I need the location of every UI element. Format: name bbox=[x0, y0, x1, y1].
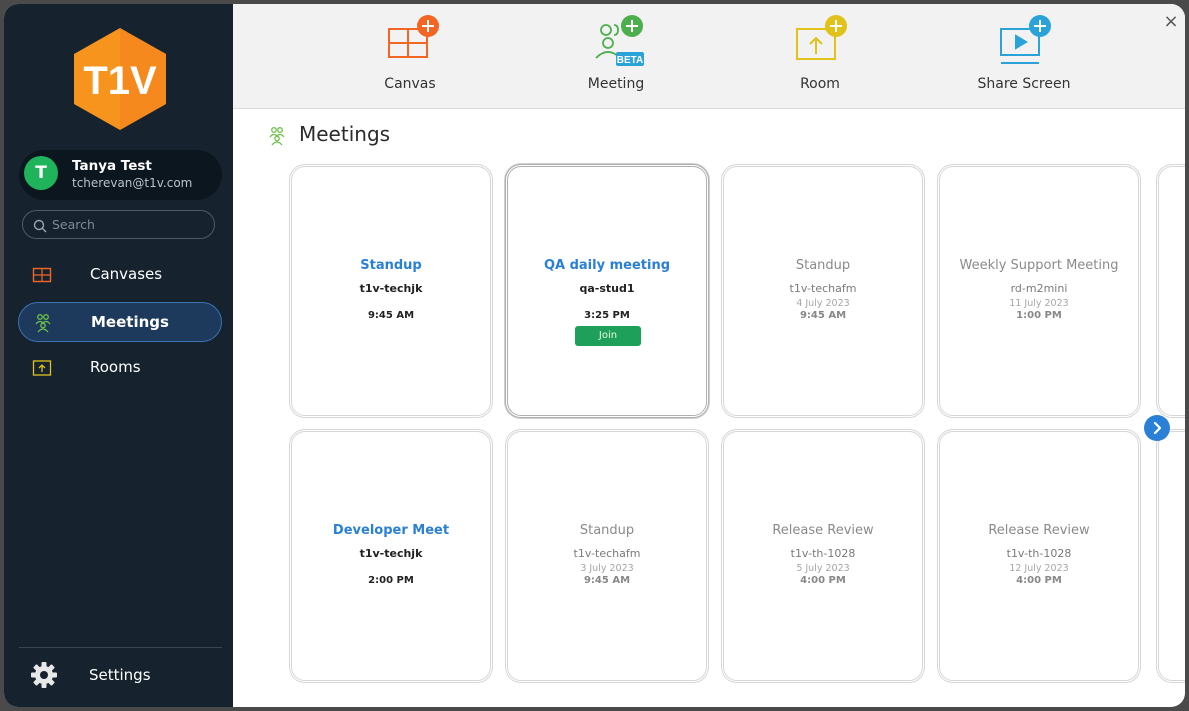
user-profile[interactable]: T Tanya Test tcherevan@t1v.com bbox=[19, 150, 222, 200]
meeting-title: Standup bbox=[360, 258, 422, 273]
meeting-card[interactable]: Release Review t1v-th-1028 5 July 2023 4… bbox=[721, 429, 925, 683]
meeting-title: Weekly Support Meeting bbox=[959, 258, 1119, 273]
sidebar-item-label: Canvases bbox=[90, 265, 163, 283]
tool-label: Room bbox=[800, 76, 840, 92]
meeting-title: Release Review bbox=[772, 523, 874, 538]
sidebar-item-label: Meetings bbox=[91, 313, 169, 331]
meeting-title: Release Review bbox=[988, 523, 1090, 538]
meeting-date: 4 July 2023 bbox=[796, 298, 850, 309]
join-button[interactable]: Join bbox=[575, 326, 641, 346]
meeting-time: 2:00 PM bbox=[368, 575, 414, 586]
meeting-title: Developer Meet bbox=[332, 523, 450, 538]
sidebar-divider bbox=[19, 647, 222, 648]
tool-label: Meeting bbox=[587, 76, 645, 92]
sidebar-item-label: Rooms bbox=[90, 358, 141, 376]
search-icon bbox=[33, 218, 47, 237]
search-input[interactable]: Search bbox=[22, 210, 215, 239]
meeting-card[interactable]: Release Review t1v-th-1028 12 July 2023 … bbox=[937, 429, 1141, 683]
new-room-button[interactable]: Room bbox=[750, 4, 890, 108]
meeting-title: QA daily meeting bbox=[543, 258, 671, 273]
sidebar: T1V T Tanya Test tcherevan@t1v.com Searc… bbox=[4, 4, 233, 707]
meeting-card[interactable]: Standup t1v-techjk 9:45 AM bbox=[289, 164, 493, 418]
close-icon[interactable]: × bbox=[1161, 12, 1181, 32]
add-room-icon bbox=[790, 12, 850, 72]
meeting-time: 1:00 PM bbox=[1016, 310, 1062, 321]
meeting-time: 3:25 PM bbox=[584, 310, 630, 321]
meeting-room: t1v-th-1028 bbox=[1006, 547, 1072, 560]
settings-label: Settings bbox=[89, 666, 151, 684]
meeting-room: qa-stud1 bbox=[579, 282, 635, 295]
meeting-date: 5 July 2023 bbox=[796, 563, 850, 574]
meeting-card[interactable]: Standup t1v-techafm 3 July 2023 9:45 AM bbox=[505, 429, 709, 683]
meeting-card[interactable]: QA daily meeting qa-stud1 3:25 PM Join bbox=[505, 164, 709, 418]
canvas-icon bbox=[32, 265, 52, 285]
new-meeting-button[interactable]: BETA Meeting bbox=[546, 4, 686, 108]
user-name: Tanya Test bbox=[72, 158, 152, 174]
tool-label: Share Screen bbox=[977, 76, 1071, 92]
sidebar-item-canvases[interactable]: Canvases bbox=[18, 255, 222, 295]
avatar: T bbox=[24, 156, 58, 190]
meeting-room: t1v-techjk bbox=[359, 547, 423, 560]
meeting-time: 4:00 PM bbox=[1016, 575, 1062, 586]
meeting-room: t1v-techafm bbox=[789, 282, 857, 295]
sidebar-item-rooms[interactable]: Rooms bbox=[18, 348, 222, 388]
next-page-button[interactable] bbox=[1144, 415, 1170, 441]
meeting-room: t1v-th-1028 bbox=[790, 547, 856, 560]
meeting-date: 3 July 2023 bbox=[580, 563, 634, 574]
new-canvas-button[interactable]: Canvas bbox=[340, 4, 480, 108]
share-screen-button[interactable]: Share Screen bbox=[954, 4, 1094, 108]
beta-badge: BETA bbox=[617, 55, 643, 66]
meeting-card-partial[interactable] bbox=[1156, 164, 1185, 418]
meeting-room: t1v-techjk bbox=[359, 282, 423, 295]
add-meeting-icon: BETA bbox=[586, 12, 646, 72]
logo-text: T1V bbox=[83, 59, 157, 103]
share-screen-icon bbox=[994, 12, 1054, 72]
meeting-room: rd-m2mini bbox=[1010, 282, 1068, 295]
sidebar-item-meetings[interactable]: Meetings bbox=[18, 302, 222, 342]
meeting-time: 4:00 PM bbox=[800, 575, 846, 586]
meeting-card-partial[interactable] bbox=[1156, 429, 1185, 683]
meeting-room: t1v-techafm bbox=[573, 547, 641, 560]
chevron-right-icon bbox=[1153, 421, 1162, 435]
meeting-card[interactable]: Developer Meet t1v-techjk 2:00 PM bbox=[289, 429, 493, 683]
t1v-logo: T1V bbox=[70, 26, 170, 132]
meeting-title: Standup bbox=[579, 523, 635, 538]
app-window: T1V T Tanya Test tcherevan@t1v.com Searc… bbox=[4, 4, 1185, 707]
page-title-text: Meetings bbox=[299, 122, 391, 146]
meeting-card[interactable]: Standup t1v-techafm 4 July 2023 9:45 AM bbox=[721, 164, 925, 418]
meeting-time: 9:45 AM bbox=[583, 575, 631, 586]
add-canvas-icon bbox=[380, 12, 440, 72]
meeting-time: 9:45 AM bbox=[367, 310, 415, 321]
gear-icon bbox=[29, 660, 59, 694]
meetings-icon bbox=[33, 313, 53, 333]
tool-label: Canvas bbox=[384, 76, 436, 92]
meeting-date: 11 July 2023 bbox=[1009, 298, 1069, 309]
room-icon bbox=[32, 358, 52, 378]
user-email: tcherevan@t1v.com bbox=[72, 176, 193, 190]
search-placeholder: Search bbox=[52, 217, 95, 232]
settings-button[interactable]: Settings bbox=[24, 658, 222, 694]
meeting-title: Standup bbox=[795, 258, 851, 273]
meetings-icon bbox=[267, 126, 287, 150]
create-toolbar: Canvas BETA Meeting Room Share Screen × bbox=[233, 4, 1185, 109]
meeting-date: 12 July 2023 bbox=[1009, 563, 1069, 574]
meeting-time: 9:45 AM bbox=[799, 310, 847, 321]
meeting-card[interactable]: Weekly Support Meeting rd-m2mini 11 July… bbox=[937, 164, 1141, 418]
